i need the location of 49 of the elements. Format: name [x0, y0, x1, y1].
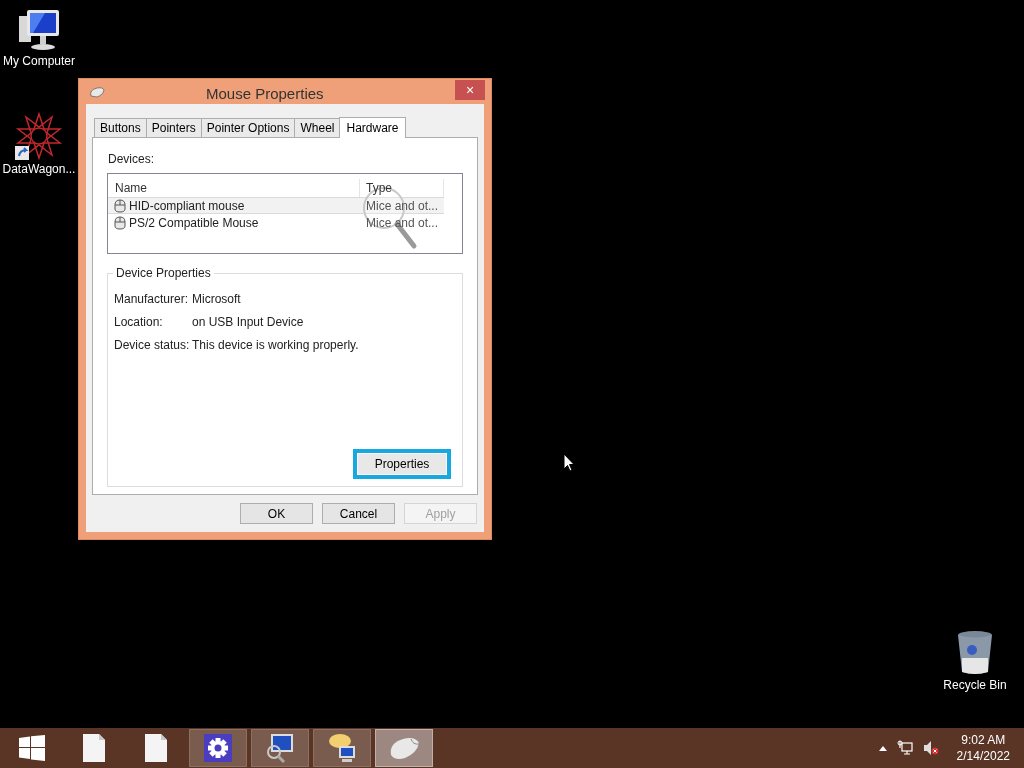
field-label: Manufacturer: [114, 290, 190, 308]
clock-date[interactable]: 2/14/2022 [956, 748, 1010, 764]
column-header[interactable]: Type [366, 179, 392, 197]
devices-label: Devices: [108, 151, 155, 168]
field-value: on USB Input Device [192, 313, 304, 331]
star-icon [15, 112, 63, 160]
mouse-icon [114, 215, 126, 230]
device-row[interactable]: HID-compliant mouse Mice and ot... [108, 197, 444, 214]
taskbar-button[interactable] [313, 729, 371, 767]
desktop-icon-label[interactable]: My Computer [3, 54, 75, 68]
device-name: PS/2 Compatible Mouse [129, 214, 259, 232]
desktop-icon-label[interactable]: DataWagon... [2, 162, 76, 176]
field-label: Location: [114, 313, 164, 331]
device-type: Mice and ot... [366, 214, 439, 232]
taskbar-button[interactable] [251, 729, 309, 767]
window-title: Mouse Properties [206, 84, 324, 104]
caret-up-icon[interactable] [878, 745, 887, 751]
trash-icon [955, 630, 995, 676]
network-chat-icon [327, 733, 357, 763]
device-name: HID-compliant mouse [129, 197, 245, 215]
gear-icon [204, 734, 232, 762]
file-icon [145, 734, 167, 762]
tab[interactable]: Wheel [294, 118, 341, 137]
dialog-button[interactable]: Cancel [322, 503, 395, 524]
dialog-button[interactable]: OK [240, 503, 313, 524]
device-type: Mice and ot... [366, 197, 439, 215]
desktop-icon-label[interactable]: Recycle Bin [943, 678, 1007, 692]
properties-button[interactable]: Properties [353, 449, 451, 479]
field-label: Device status: [114, 336, 191, 354]
mouse-icon [114, 198, 126, 213]
magnifier-icon [360, 184, 418, 250]
file-icon [83, 734, 105, 762]
speaker-muted-icon[interactable] [922, 740, 939, 756]
mouse-pointer-icon [563, 453, 575, 472]
tab[interactable]: Pointer Options [200, 118, 296, 137]
tab[interactable]: Pointers [145, 118, 202, 137]
field-value: This device is working properly. [192, 336, 359, 354]
clock-time[interactable]: 9:02 AM [961, 732, 1006, 748]
device-row[interactable]: PS/2 Compatible Mouse Mice and ot... [108, 214, 444, 231]
windows-logo-icon [19, 735, 45, 761]
mouse-icon [89, 85, 105, 98]
tab[interactable]: Hardware [339, 117, 406, 138]
field-value: Microsoft [192, 290, 241, 308]
monitor-magnifier-icon [265, 733, 295, 763]
network-icon[interactable] [896, 740, 913, 756]
close-button[interactable]: × [455, 79, 485, 100]
taskbar-button[interactable] [189, 729, 247, 767]
tab[interactable]: Buttons [94, 118, 147, 137]
group-title: Device Properties [113, 266, 214, 280]
